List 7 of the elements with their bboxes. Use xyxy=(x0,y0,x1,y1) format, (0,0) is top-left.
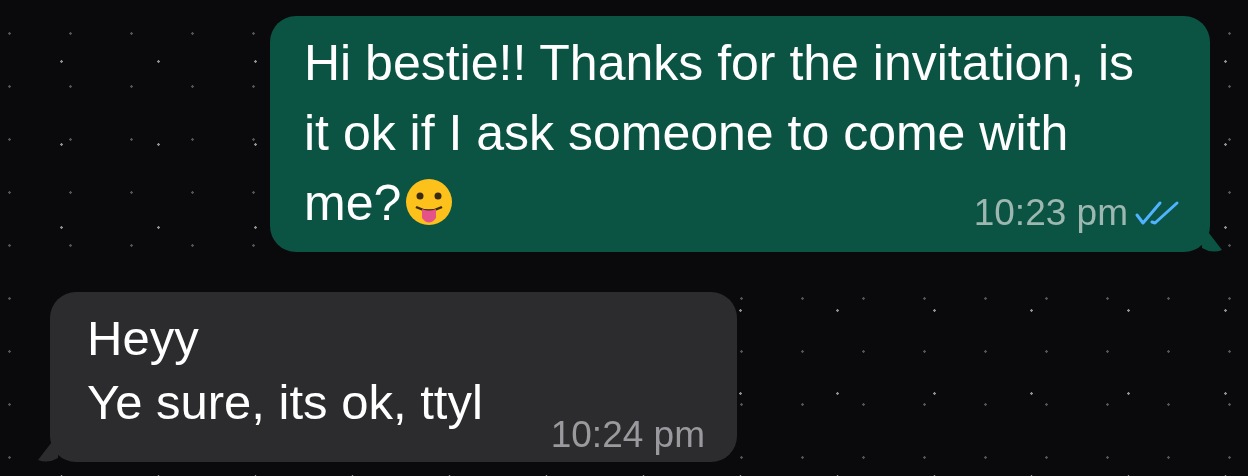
message-text: Hi bestie!! Thanks for the invitation, is xyxy=(304,34,1135,93)
message-time: 10:24 pm xyxy=(550,414,705,456)
message-text: Ye sure, its ok, ttyl xyxy=(87,374,483,431)
message-text: me? xyxy=(304,174,402,233)
message-text: it ok if I ask someone to come with xyxy=(304,104,1069,163)
message-text: Heyy xyxy=(87,310,199,367)
message-time: 10:23 pm xyxy=(973,192,1128,234)
